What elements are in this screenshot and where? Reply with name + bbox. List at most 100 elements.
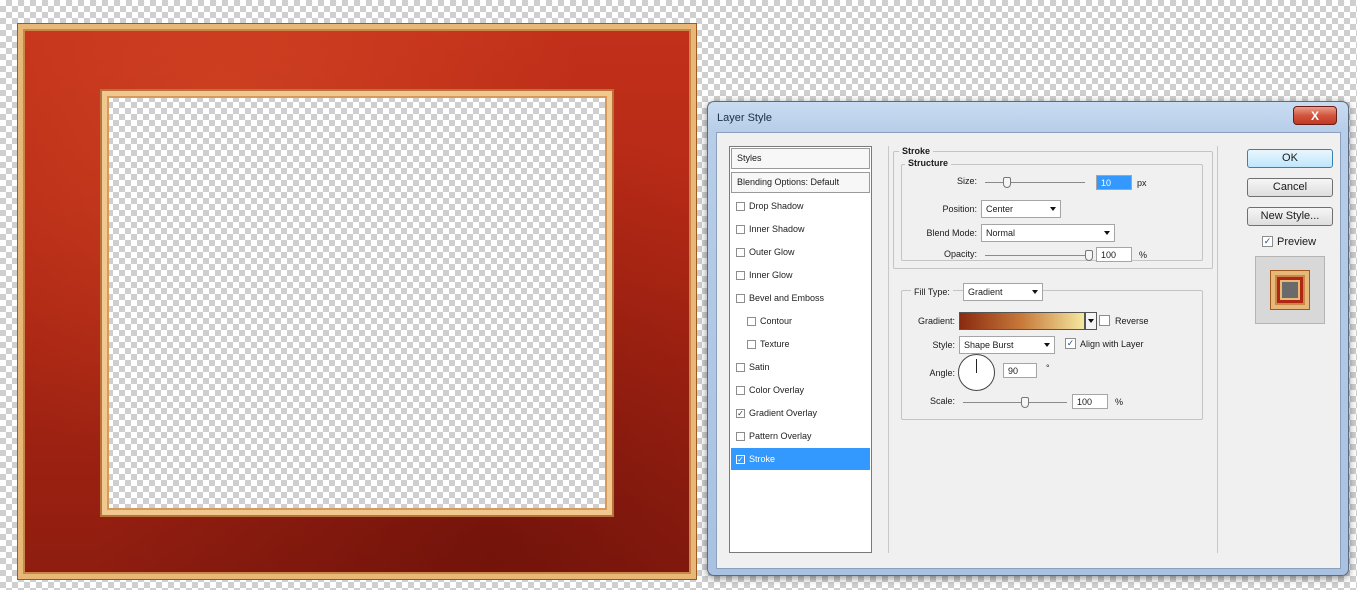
style-item-contour[interactable]: Contour — [731, 310, 870, 332]
angle-dial[interactable] — [958, 354, 995, 391]
angle-dial-needle — [976, 359, 977, 373]
style-item-inner-shadow[interactable]: Inner Shadow — [731, 218, 870, 240]
style-item-label: Outer Glow — [749, 247, 795, 257]
dialog-client-area: Styles Blending Options: Default Drop Sh… — [716, 132, 1341, 569]
style-item-satin[interactable]: Satin — [731, 356, 870, 378]
preview-label: Preview — [1277, 236, 1317, 248]
preview-check-mark: ✓ — [1263, 236, 1272, 246]
style-item-label: Drop Shadow — [749, 201, 804, 211]
preview-frame-inner — [1280, 280, 1300, 300]
preview-checkbox[interactable]: ✓ — [1262, 236, 1273, 247]
style-item-checkbox[interactable] — [736, 247, 745, 257]
scale-slider-track[interactable] — [963, 402, 1067, 403]
scale-unit: % — [1115, 397, 1124, 407]
close-button[interactable]: X — [1293, 106, 1337, 125]
fill-type-select-value: Gradient — [968, 287, 1003, 297]
align-check-mark: ✓ — [1066, 338, 1075, 348]
scale-input[interactable]: 100 — [1072, 394, 1108, 409]
blend-mode-select-value: Normal — [986, 228, 1016, 238]
blend-mode-select[interactable]: Normal — [981, 224, 1115, 242]
size-unit: px — [1137, 178, 1147, 188]
gradient-label: Gradient: — [917, 316, 955, 326]
dialog-title: Layer Style — [717, 112, 773, 124]
chevron-down-icon — [1032, 290, 1038, 294]
canvas-frame-artwork — [18, 24, 696, 579]
scale-label: Scale: — [929, 396, 955, 406]
style-item-checkbox[interactable] — [736, 224, 745, 234]
style-item-label: Pattern Overlay — [749, 431, 812, 441]
style-item-checkbox[interactable] — [736, 362, 745, 372]
style-item-checkbox[interactable] — [747, 339, 756, 349]
opacity-input[interactable]: 100 — [1096, 247, 1132, 262]
preview-frame-outer — [1271, 271, 1309, 309]
style-item-label: Inner Glow — [749, 270, 793, 280]
position-select[interactable]: Center — [981, 200, 1061, 218]
style-select[interactable]: Shape Burst — [959, 336, 1055, 354]
style-item-color-overlay[interactable]: Color Overlay — [731, 379, 870, 401]
chevron-down-icon — [1088, 319, 1094, 323]
style-item-inner-glow[interactable]: Inner Glow — [731, 264, 870, 286]
blending-options-item[interactable]: Blending Options: Default — [731, 172, 870, 193]
reverse-checkbox[interactable] — [1099, 315, 1110, 326]
style-item-gradient-overlay[interactable]: ✓ Gradient Overlay — [731, 402, 870, 424]
style-item-checkbox[interactable] — [736, 431, 745, 441]
reverse-label: Reverse — [1115, 316, 1149, 326]
style-item-label: Stroke — [749, 454, 776, 464]
size-slider-track[interactable] — [985, 182, 1085, 183]
style-item-label: Bevel and Emboss — [749, 293, 825, 303]
style-item-checkbox[interactable] — [736, 293, 745, 303]
align-with-layer-checkbox[interactable]: ✓ — [1065, 338, 1076, 349]
style-item-bevel-and-emboss[interactable]: Bevel and Emboss — [731, 287, 870, 309]
chevron-down-icon — [1104, 231, 1110, 235]
fill-type-label: Fill Type: — [911, 287, 953, 297]
frame-transparent-center — [102, 91, 612, 515]
style-item-label: Satin — [749, 362, 770, 372]
size-label: Size: — [956, 176, 977, 186]
style-item-label: Color Overlay — [749, 385, 805, 395]
styles-list-header[interactable]: Styles — [731, 148, 870, 169]
structure-title: Structure — [905, 158, 952, 168]
style-item-label: Inner Shadow — [749, 224, 805, 234]
style-item-label: Gradient Overlay — [749, 408, 818, 418]
style-select-value: Shape Burst — [964, 340, 1014, 350]
opacity-unit: % — [1139, 250, 1148, 260]
style-item-stroke[interactable]: ✓ Stroke — [731, 448, 870, 470]
align-with-layer-label: Align with Layer — [1080, 339, 1144, 349]
opacity-label: Opacity: — [943, 249, 977, 259]
style-item-checkbox[interactable]: ✓ — [736, 454, 745, 464]
size-input[interactable]: 10 — [1096, 175, 1132, 190]
style-item-label: Texture — [760, 339, 790, 349]
chevron-down-icon — [1050, 207, 1056, 211]
size-slider-thumb[interactable] — [1003, 177, 1011, 188]
new-style-button[interactable]: New Style... — [1247, 207, 1333, 226]
position-label: Position: — [942, 204, 977, 214]
stroke-settings-panel: Stroke Structure Size: 10 px Position: C… — [888, 146, 1218, 553]
fill-type-select[interactable]: Gradient — [963, 283, 1043, 301]
opacity-slider-track[interactable] — [985, 255, 1089, 256]
angle-unit: ° — [1046, 363, 1050, 373]
ok-button[interactable]: OK — [1247, 149, 1333, 168]
style-item-checkbox[interactable] — [736, 385, 745, 395]
style-item-drop-shadow[interactable]: Drop Shadow — [731, 195, 870, 217]
angle-input[interactable]: 90 — [1003, 363, 1037, 378]
opacity-slider-thumb[interactable] — [1085, 250, 1093, 261]
styles-list: Styles Blending Options: Default Drop Sh… — [729, 146, 872, 553]
style-item-checkbox[interactable] — [747, 316, 756, 326]
scale-slider-thumb[interactable] — [1021, 397, 1029, 408]
style-item-checkbox[interactable] — [736, 201, 745, 211]
style-preview-thumbnail — [1255, 256, 1325, 324]
style-item-texture[interactable]: Texture — [731, 333, 870, 355]
stroke-section-title: Stroke — [899, 146, 934, 156]
gradient-picker[interactable] — [959, 312, 1085, 330]
style-item-pattern-overlay[interactable]: Pattern Overlay — [731, 425, 870, 447]
layer-style-dialog: Layer Style X Styles Blending Options: D… — [707, 101, 1349, 576]
blend-mode-label: Blend Mode: — [926, 228, 977, 238]
style-item-checkbox[interactable]: ✓ — [736, 408, 745, 418]
cancel-button[interactable]: Cancel — [1247, 178, 1333, 197]
chevron-down-icon — [1044, 343, 1050, 347]
style-item-label: Contour — [760, 316, 793, 326]
style-item-outer-glow[interactable]: Outer Glow — [731, 241, 870, 263]
angle-label: Angle: — [929, 368, 955, 378]
style-item-checkbox[interactable] — [736, 270, 745, 280]
gradient-dropdown-button[interactable] — [1085, 312, 1097, 330]
